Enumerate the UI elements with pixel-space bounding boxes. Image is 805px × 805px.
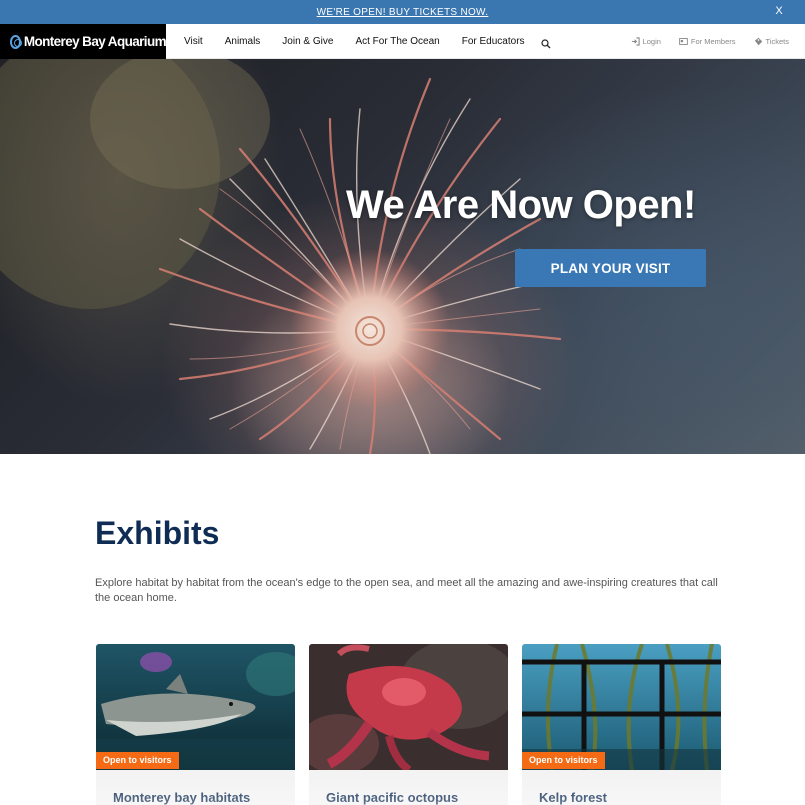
exhibit-card-title: Monterey bay habitats [113, 790, 251, 805]
login-label: Login [642, 37, 661, 46]
nav-item-join-give[interactable]: Join & Give [282, 36, 333, 47]
open-to-visitors-badge: Open to visitors [522, 752, 605, 769]
exhibit-cards: Open to visitors Monterey bay habitats G… [96, 644, 735, 805]
nav-item-act-for-the-ocean[interactable]: Act For The Ocean [355, 36, 439, 47]
close-announcement-button[interactable]: X [775, 5, 783, 17]
logo-mark-icon [10, 34, 22, 49]
tickets-label: Tickets [765, 37, 789, 46]
nav-item-animals[interactable]: Animals [225, 36, 261, 47]
login-link[interactable]: Login [631, 37, 661, 46]
utility-menu: Login For Members Tickets [613, 24, 789, 59]
nav-item-visit[interactable]: Visit [184, 36, 203, 47]
login-icon [631, 37, 640, 46]
for-members-link[interactable]: For Members [679, 37, 736, 46]
for-members-label: For Members [690, 37, 736, 46]
search-icon[interactable] [540, 36, 553, 48]
buy-tickets-link[interactable]: WE'RE OPEN! BUY TICKETS NOW. [317, 7, 489, 18]
primary-menu: Visit Animals Join & Give Act For The Oc… [184, 24, 553, 59]
exhibit-card-title: Kelp forest [539, 790, 607, 805]
exhibit-card-title: Giant pacific octopus [326, 790, 459, 805]
exhibit-card-giant-pacific-octopus[interactable]: Giant pacific octopus [309, 644, 508, 805]
tickets-link[interactable]: Tickets [754, 37, 789, 46]
nav-item-for-educators[interactable]: For Educators [462, 36, 525, 47]
plan-your-visit-button[interactable]: PLAN YOUR VISIT [515, 249, 706, 287]
exhibit-card-monterey-bay-habitats[interactable]: Open to visitors Monterey bay habitats [96, 644, 295, 805]
exhibits-heading: Exhibits [95, 515, 220, 551]
site-logo[interactable]: Monterey Bay Aquarium [0, 24, 167, 59]
octopus-image [309, 644, 508, 770]
ticket-icon [754, 37, 762, 46]
exhibits-description: Explore habitat by habitat from the ocea… [95, 577, 718, 604]
announcement-bar: WE'RE OPEN! BUY TICKETS NOW. X [0, 0, 805, 24]
logo-text: Monterey Bay Aquarium [23, 34, 167, 49]
hero-banner: We Are Now Open! PLAN YOUR VISIT [0, 59, 805, 454]
hero-headline: We Are Now Open! [346, 183, 696, 227]
main-nav: Monterey Bay Aquarium Visit Animals Join… [0, 24, 805, 59]
exhibit-card-kelp-forest[interactable]: Open to visitors Kelp forest [522, 644, 721, 805]
open-to-visitors-badge: Open to visitors [96, 752, 179, 769]
member-card-icon [679, 38, 688, 45]
